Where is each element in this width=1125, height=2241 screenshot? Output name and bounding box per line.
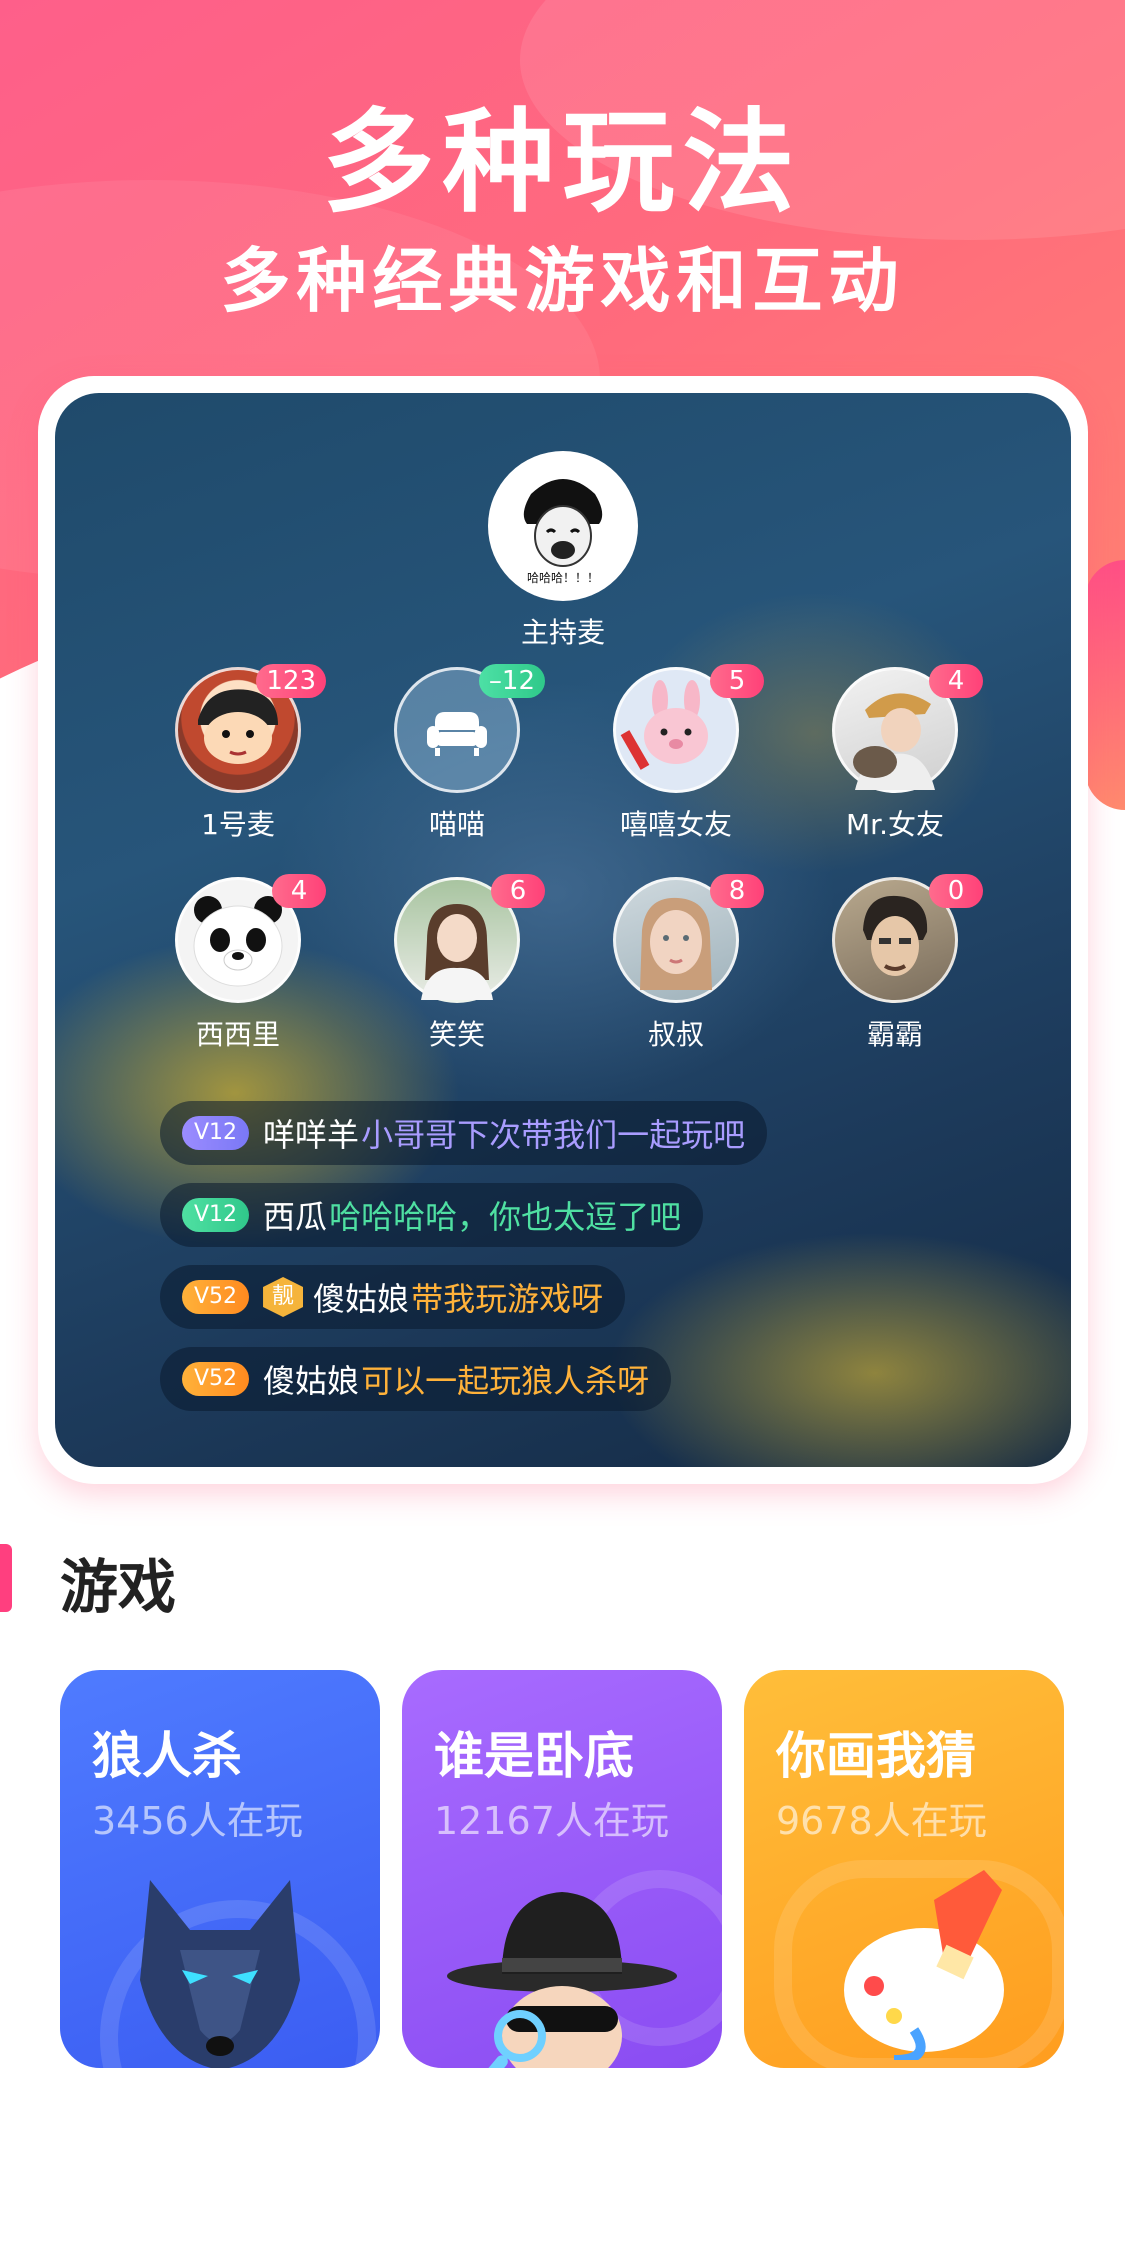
host-seat[interactable]: 哈哈哈！！！ 主持麦 — [463, 451, 663, 651]
seat-count-badge: 0 — [929, 874, 983, 908]
seat-name: 叔叔 — [647, 1018, 704, 1051]
meme-face-icon: 哈哈哈！！！ — [491, 454, 635, 598]
seat-count-badge: 6 — [491, 874, 545, 908]
chat-message: V52 傻姑娘 可以一起玩狼人杀呀 — [160, 1347, 672, 1411]
seat-avatar[interactable]: 4 — [832, 664, 983, 793]
seat-avatar-empty[interactable]: –12 — [394, 664, 545, 793]
spy-icon — [447, 1892, 677, 2068]
seat-count-badge: 8 — [710, 874, 764, 908]
game-name: 狼人杀 — [92, 1727, 242, 1785]
seat-name: 喵喵 — [428, 808, 485, 841]
chat-text: 可以一起玩狼人杀呀 — [361, 1362, 650, 1400]
chat-message: V12 咩咩羊 小哥哥下次带我们一起玩吧 — [160, 1101, 768, 1165]
seat-name: 笑笑 — [428, 1018, 485, 1051]
game-card-werewolf[interactable]: 狼人杀 3456人在玩 — [60, 1670, 380, 2068]
seat-3[interactable]: 5 嘻嘻女友 — [611, 664, 764, 843]
seat-count-badge: 123 — [256, 664, 326, 698]
level-badge: V12 — [182, 1116, 250, 1150]
chat-text: 带我玩游戏呀 — [411, 1280, 604, 1318]
seat-6[interactable]: 6 笑笑 — [392, 874, 545, 1053]
section-title: 游戏 — [60, 1553, 177, 1621]
game-player-count: 12167人在玩 — [434, 1799, 669, 1843]
game-card-draw-guess[interactable]: 你画我猜 9678人在玩 — [744, 1670, 1064, 2068]
seat-count-badge: –12 — [478, 664, 545, 698]
seat-count-badge: 4 — [272, 874, 326, 908]
chat-message: V52 靓 傻姑娘 带我玩游戏呀 — [160, 1265, 626, 1329]
host-avatar[interactable]: 哈哈哈！！！ — [488, 451, 638, 601]
seat-5[interactable]: 4 西西里 — [173, 874, 326, 1053]
seat-name: 霸霸 — [866, 1018, 923, 1051]
seat-7[interactable]: 8 叔叔 — [611, 874, 764, 1053]
chat-text: 小哥哥下次带我们一起玩吧 — [361, 1116, 746, 1154]
level-badge: V52 — [182, 1280, 250, 1314]
voice-room: 哈哈哈！！！ 主持麦 123 1号麦 –12 喵喵 5 嘻嘻女友 4 Mr.女友… — [55, 393, 1071, 1467]
game-name: 谁是卧底 — [434, 1727, 634, 1785]
chat-username[interactable]: 西瓜 — [263, 1192, 327, 1238]
game-card-undercover[interactable]: 谁是卧底 12167人在玩 — [402, 1670, 722, 2068]
paint-palette-icon — [844, 1870, 1004, 2060]
chat-username[interactable]: 傻姑娘 — [313, 1274, 409, 1320]
seat-count-badge: 5 — [710, 664, 764, 698]
seat-1[interactable]: 123 1号麦 — [173, 664, 326, 843]
game-name: 你画我猜 — [776, 1727, 976, 1785]
wolf-icon — [140, 1880, 300, 2068]
seat-4[interactable]: 4 Mr.女友 — [830, 664, 983, 843]
seat-avatar[interactable]: 6 — [394, 874, 545, 1003]
seat-avatar[interactable]: 8 — [613, 874, 764, 1003]
pretty-number-badge: 靓 — [263, 1277, 304, 1317]
seat-8[interactable]: 0 霸霸 — [830, 874, 983, 1053]
seat-count-badge: 4 — [929, 664, 983, 698]
seat-avatar[interactable]: 0 — [832, 874, 983, 1003]
chat-message: V12 西瓜 哈哈哈哈，你也太逗了吧 — [160, 1183, 704, 1247]
side-accent — [1085, 560, 1125, 810]
chat-text: 哈哈哈哈，你也太逗了吧 — [329, 1198, 682, 1236]
game-player-count: 3456人在玩 — [92, 1799, 303, 1843]
chat-username[interactable]: 傻姑娘 — [263, 1356, 359, 1402]
seat-name: Mr.女友 — [845, 808, 944, 841]
level-badge: V12 — [182, 1198, 250, 1232]
seat-avatar[interactable]: 123 — [175, 664, 326, 793]
hero-title: 多种玩法 — [322, 98, 803, 228]
chat-username[interactable]: 咩咩羊 — [263, 1110, 359, 1156]
hero-subtitle: 多种经典游戏和互动 — [220, 240, 905, 322]
seat-avatar[interactable]: 5 — [613, 664, 764, 793]
game-player-count: 9678人在玩 — [776, 1799, 987, 1843]
svg-text:哈哈哈！！！: 哈哈哈！！！ — [527, 571, 599, 585]
seat-name: 1号麦 — [201, 808, 275, 841]
section-accent-bar — [0, 1544, 12, 1612]
seat-2[interactable]: –12 喵喵 — [392, 664, 545, 843]
seat-name: 嘻嘻女友 — [619, 808, 732, 841]
seat-name: 西西里 — [195, 1018, 280, 1051]
host-name: 主持麦 — [520, 616, 605, 649]
seat-avatar[interactable]: 4 — [175, 874, 326, 1003]
level-badge: V52 — [182, 1362, 250, 1396]
